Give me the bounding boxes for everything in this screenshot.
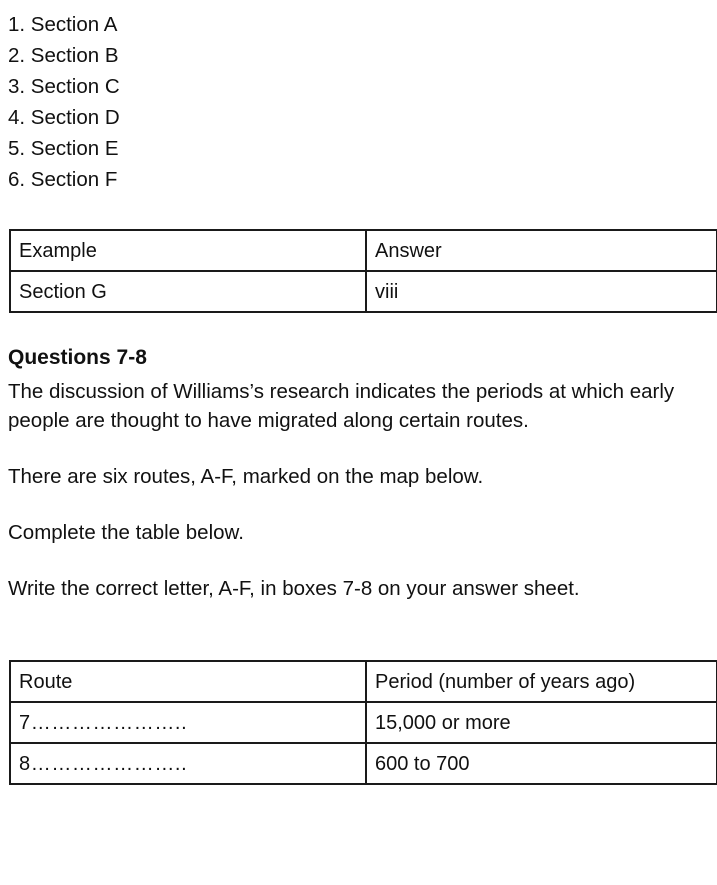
answer-blank-7[interactable]: 7………………….. [9, 701, 367, 744]
answer-table: Route Period (number of years ago) 7…………… [9, 660, 717, 785]
answer-table-wrapper: Route Period (number of years ago) 7…………… [0, 660, 717, 785]
answer-period-8: 600 to 700 [365, 742, 717, 785]
list-item: 6. Section F [8, 168, 118, 191]
table-header-row: Example Answer [9, 229, 717, 272]
example-table: Example Answer Section G viii [9, 229, 717, 313]
questions-paragraph-1: The discussion of Williams’s research in… [8, 380, 675, 432]
section-list: 1. Section A 2. Section B 3. Section C 4… [0, 0, 717, 195]
questions-paragraph-4: Write the correct letter, A-F, in boxes … [8, 577, 580, 600]
table-header-row: Route Period (number of years ago) [9, 660, 717, 703]
column-header-example: Example [9, 229, 367, 272]
document-page: 1. Section A 2. Section B 3. Section C 4… [0, 0, 717, 885]
table-row: 8………………….. 600 to 700 [9, 742, 717, 785]
answer-blank-8[interactable]: 8………………….. [9, 742, 367, 785]
list-item: 4. Section D [8, 106, 120, 129]
column-header-period: Period (number of years ago) [365, 660, 717, 703]
questions-paragraph-3: Complete the table below. [8, 521, 244, 544]
list-item: 1. Section A [8, 13, 118, 36]
list-item: 5. Section E [8, 137, 119, 160]
list-item: 2. Section B [8, 44, 119, 67]
example-table-wrapper: Example Answer Section G viii [0, 229, 717, 313]
column-header-answer: Answer [365, 229, 717, 272]
list-item: 3. Section C [8, 75, 120, 98]
table-row: Section G viii [9, 270, 717, 313]
answer-period-7: 15,000 or more [365, 701, 717, 744]
table-row: 7………………….. 15,000 or more [9, 701, 717, 744]
example-row-label: Section G [9, 270, 367, 313]
column-header-route: Route [9, 660, 367, 703]
questions-heading: Questions 7-8 [8, 346, 147, 369]
questions-paragraph-2: There are six routes, A-F, marked on the… [8, 465, 484, 488]
example-row-answer: viii [365, 270, 717, 313]
